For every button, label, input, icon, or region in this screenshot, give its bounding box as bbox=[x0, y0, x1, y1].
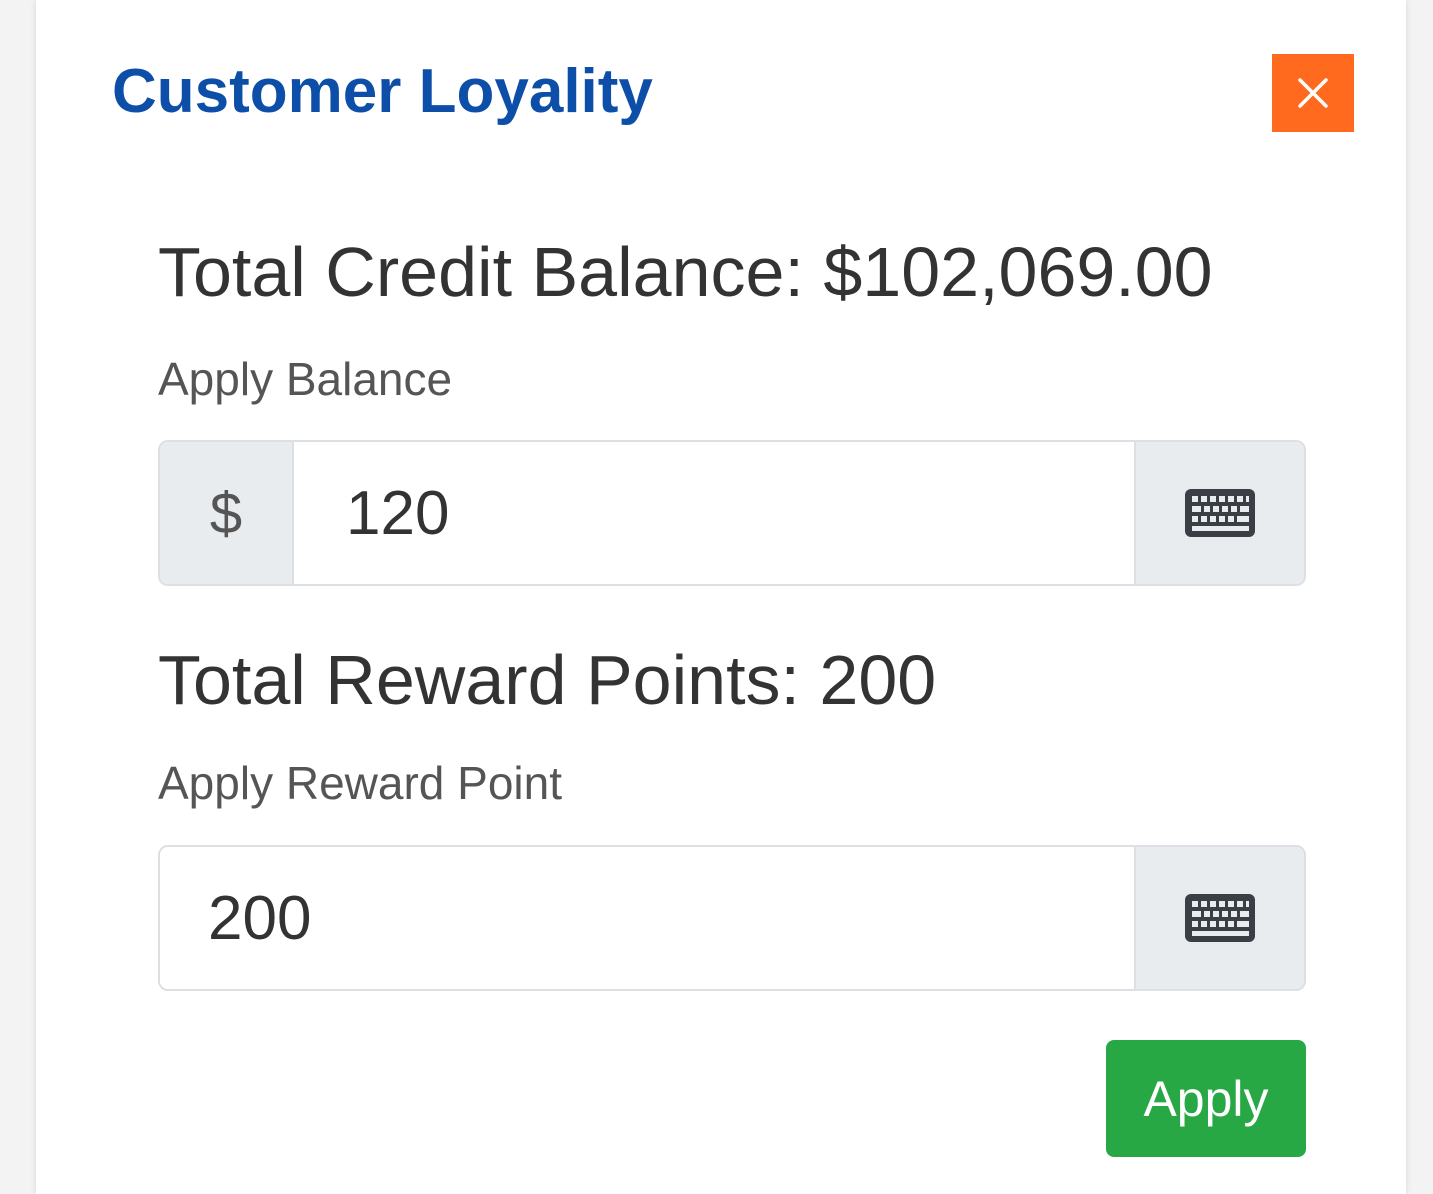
balance-keyboard-button[interactable] bbox=[1134, 442, 1304, 584]
reward-keyboard-button[interactable] bbox=[1134, 847, 1304, 989]
modal-title: Customer Loyality bbox=[112, 57, 653, 126]
apply-reward-point-label: Apply Reward Point bbox=[158, 757, 562, 809]
apply-balance-input-group: $ bbox=[158, 440, 1306, 586]
keyboard-icon bbox=[1185, 489, 1255, 537]
apply-reward-input-group bbox=[158, 845, 1306, 991]
apply-reward-point-input[interactable] bbox=[160, 847, 1134, 989]
keyboard-icon bbox=[1185, 894, 1255, 942]
customer-loyalty-modal: Customer Loyality Total Credit Balance: … bbox=[36, 0, 1406, 1194]
apply-button[interactable]: Apply bbox=[1106, 1040, 1306, 1157]
currency-prefix: $ bbox=[160, 442, 294, 584]
credit-balance-heading: Total Credit Balance: $102,069.00 bbox=[158, 233, 1213, 311]
close-button[interactable] bbox=[1272, 54, 1354, 132]
reward-points-heading: Total Reward Points: 200 bbox=[158, 641, 937, 719]
apply-balance-input[interactable] bbox=[294, 442, 1134, 584]
apply-balance-label: Apply Balance bbox=[158, 353, 453, 405]
close-icon bbox=[1298, 78, 1328, 108]
